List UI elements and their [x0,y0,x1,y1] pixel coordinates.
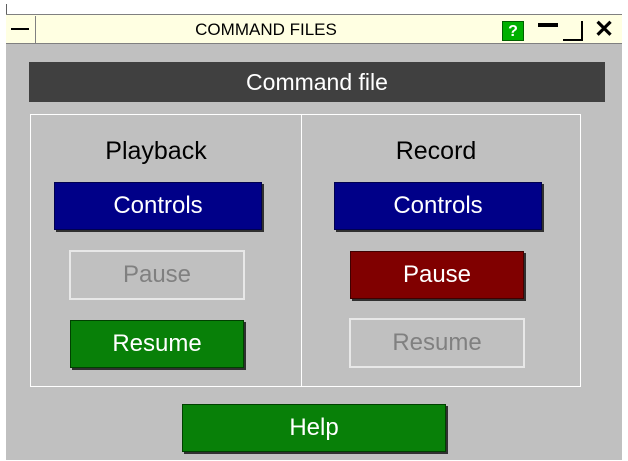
record-resume-button[interactable]: Resume [349,318,525,368]
playback-pause-button[interactable]: Pause [69,250,245,300]
help-icon[interactable]: ? [502,21,524,41]
section-header: Command file [29,62,605,102]
playback-controls-button[interactable]: Controls [54,182,262,230]
help-button[interactable]: Help [182,404,446,452]
title-bar[interactable]: COMMAND FILES ? ✕ [6,14,622,44]
window-title: COMMAND FILES [195,20,337,39]
system-menu-dash [11,28,29,30]
system-menu-icon[interactable] [6,16,36,43]
playback-resume-button[interactable]: Resume [70,320,244,368]
close-icon[interactable]: ✕ [589,17,619,43]
record-controls-button[interactable]: Controls [334,182,542,230]
window-edge-mark [6,4,7,14]
record-title: Record [395,137,477,165]
minimize-icon[interactable] [538,23,558,27]
panel-divider [301,114,302,387]
record-pause-button[interactable]: Pause [350,251,524,299]
maximize-icon[interactable] [563,21,583,41]
command-files-window: COMMAND FILES ? ✕ Command file Playback … [6,14,622,460]
playback-title: Playback [105,137,207,165]
